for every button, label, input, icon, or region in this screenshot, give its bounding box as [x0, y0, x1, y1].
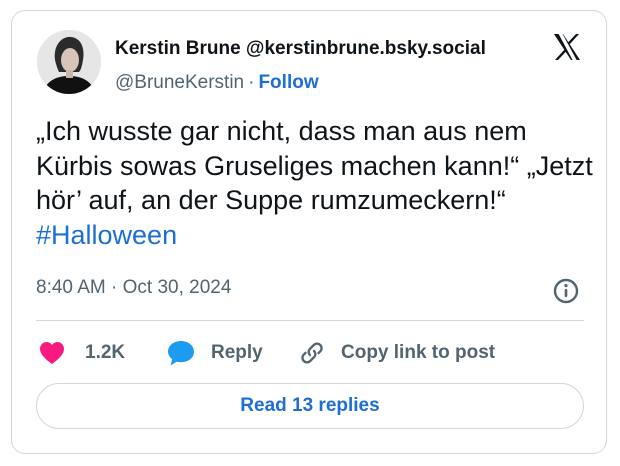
copy-link-button[interactable]: Copy link to post: [298, 338, 495, 368]
like-count: 1.2K: [85, 342, 126, 363]
timestamp-separator: ·: [111, 277, 118, 298]
divider: [36, 320, 584, 321]
heart-icon: [38, 340, 66, 366]
follow-button[interactable]: Follow: [258, 72, 318, 93]
tweet-timestamp[interactable]: 8:40 AM · Oct 30, 2024: [36, 277, 231, 299]
tweet-card: Kerstin Brune @kerstinbrune.bsky.social …: [11, 10, 607, 454]
tweet-text: „Ich wusste gar nicht, dass man aus nem …: [36, 114, 596, 252]
link-icon: [298, 339, 326, 367]
info-icon[interactable]: [552, 277, 580, 305]
reply-label: Reply: [211, 342, 263, 363]
reply-button[interactable]: Reply: [166, 338, 263, 368]
hashtag-link[interactable]: #Halloween: [36, 220, 177, 250]
speech-bubble-icon: [166, 339, 196, 367]
x-logo-icon[interactable]: [552, 32, 582, 62]
copy-link-label: Copy link to post: [341, 342, 496, 363]
avatar[interactable]: [37, 30, 101, 94]
tweet-time: 8:40 AM: [36, 277, 106, 298]
tweet-body: „Ich wusste gar nicht, dass man aus nem …: [36, 116, 593, 215]
like-button[interactable]: 1.2K: [38, 338, 125, 368]
handle-separator: ·: [248, 72, 255, 93]
author-handle-row: @BruneKerstin · Follow: [115, 72, 319, 94]
read-replies-button[interactable]: Read 13 replies: [36, 383, 584, 429]
author-name[interactable]: Kerstin Brune @kerstinbrune.bsky.social: [115, 38, 486, 60]
author-handle[interactable]: @BruneKerstin: [115, 72, 244, 93]
tweet-date: Oct 30, 2024: [122, 277, 232, 298]
